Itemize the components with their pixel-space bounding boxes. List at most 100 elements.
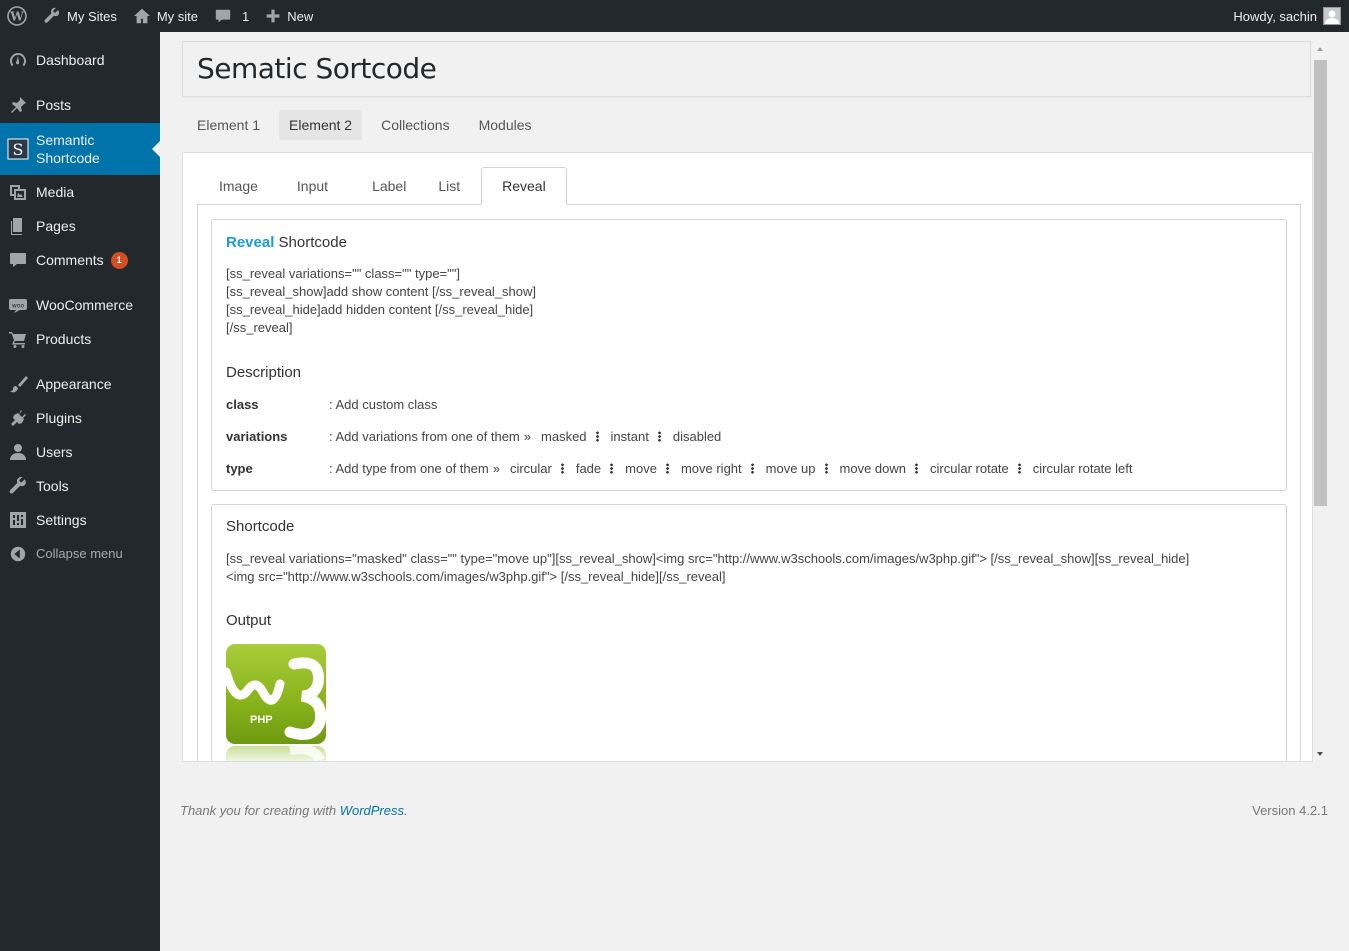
cart-icon <box>0 329 36 349</box>
comments-badge: 1 <box>110 251 128 269</box>
sidebar-item-comments[interactable]: Comments 1 <box>0 248 160 272</box>
wrench-icon <box>44 7 60 23</box>
sub-tabs: Image Input Label List Reveal <box>201 167 567 205</box>
sidebar-item-dashboard[interactable]: Dashboard <box>0 48 160 72</box>
collapse-arrow-icon <box>0 545 36 563</box>
sidebar-item-label: Appearance <box>36 376 112 392</box>
top-tabs: Element 1 Element 2 Collections Modules <box>182 110 551 140</box>
tab-reveal[interactable]: Reveal <box>481 167 567 205</box>
sidebar-item-label: Pages <box>36 218 76 234</box>
desc-val-variations: : Add variations from one of them » mask… <box>329 429 721 444</box>
settings-icon <box>0 510 36 530</box>
shortcode-heading: Shortcode <box>226 518 295 535</box>
scrollbar[interactable] <box>1313 43 1328 762</box>
new-content-menu[interactable]: New <box>257 0 321 32</box>
sidebar-item-tools[interactable]: Tools <box>0 474 160 498</box>
option: circular <box>509 461 552 476</box>
footer-thanks: Thank you for creating with WordPress. <box>180 803 408 818</box>
option: fade <box>575 461 602 476</box>
sidebar-item-label: Settings <box>36 512 87 528</box>
code-line: [ss_reveal_hide]add hidden content [/ss_… <box>226 302 534 317</box>
my-sites-label: My Sites <box>67 8 117 24</box>
scrollbar-thumb[interactable] <box>1314 60 1327 506</box>
howdy-user[interactable]: Howdy, sachin <box>1233 9 1317 24</box>
sidebar-item-label: Posts <box>36 97 72 113</box>
scroll-up-arrow-icon[interactable] <box>1317 47 1323 51</box>
my-site-menu[interactable]: My site <box>125 0 206 32</box>
footer-version: Version 4.2.1 <box>1252 803 1328 818</box>
option: circular rotate left <box>1032 461 1133 476</box>
my-sites-menu[interactable]: My Sites <box>35 0 125 32</box>
wordpress-logo-icon[interactable]: W <box>0 0 35 32</box>
sidebar-item-label: Tools <box>36 478 69 494</box>
sidebar-item-settings[interactable]: Settings <box>0 508 160 532</box>
sidebar-item-woocommerce[interactable]: woo WooCommerce <box>0 293 160 317</box>
desc-key-class: class <box>226 397 259 412</box>
plus-icon <box>266 9 280 23</box>
sidebar-item-posts[interactable]: Posts <box>0 93 160 117</box>
tab-input[interactable]: Input <box>276 167 354 204</box>
sidebar-item-semantic-shortcode[interactable]: S Semantic Shortcode <box>0 123 160 175</box>
sidebar-item-appearance[interactable]: Appearance <box>0 372 160 396</box>
collapse-menu-button[interactable]: Collapse menu <box>0 542 160 566</box>
description-heading: Description <box>226 364 302 381</box>
sidebar-item-plugins[interactable]: Plugins <box>0 406 160 430</box>
wrench-icon <box>0 476 36 496</box>
sidebar-item-label: Media <box>36 184 75 200</box>
double-chevron-icon: » <box>523 429 532 444</box>
card-title-accent: Reveal <box>226 234 275 251</box>
collapse-menu-label: Collapse menu <box>36 546 123 561</box>
sidebar-item-label: Dashboard <box>36 52 105 68</box>
desc-text: : Add variations from one of them <box>329 429 520 444</box>
tab-element-1[interactable]: Element 1 <box>187 110 270 140</box>
vertical-ellipsis-icon <box>657 431 661 442</box>
option: circular rotate <box>930 461 1009 476</box>
reveal-tab-content: Reveal Shortcode [ss_reveal variations="… <box>197 204 1301 761</box>
sidebar-item-media[interactable]: Media <box>0 180 160 204</box>
user-icon <box>0 442 36 462</box>
woocommerce-icon: woo <box>0 295 36 315</box>
pushpin-icon <box>0 95 36 115</box>
comments-menu[interactable]: 1 <box>206 0 257 32</box>
vertical-ellipsis-icon <box>560 463 564 474</box>
sidebar-item-label: Users <box>36 444 73 460</box>
svg-text:woo: woo <box>12 303 25 310</box>
comment-icon <box>0 250 36 270</box>
sidebar-item-label: WooCommerce <box>36 297 133 313</box>
svg-text:W: W <box>9 10 24 24</box>
vertical-ellipsis-icon <box>824 463 828 474</box>
reveal-shortcode-card: Reveal Shortcode [ss_reveal variations="… <box>211 219 1287 491</box>
desc-text: : Add custom class <box>329 397 438 412</box>
comments-count: 1 <box>242 8 250 24</box>
option: move down <box>839 461 907 476</box>
sidebar-item-products[interactable]: Products <box>0 327 160 351</box>
sidebar-item-pages[interactable]: Pages <box>0 214 160 238</box>
option: instant <box>610 429 649 444</box>
avatar[interactable] <box>1323 7 1341 25</box>
shortcode-line: [ss_reveal variations="masked" class="" … <box>226 551 1190 566</box>
scroll-down-arrow-icon[interactable] <box>1317 752 1323 756</box>
tab-list[interactable]: List <box>424 167 481 204</box>
card-title: Reveal Shortcode <box>226 234 347 251</box>
tab-image[interactable]: Image <box>201 167 276 204</box>
desc-key-variations: variations <box>226 429 288 444</box>
tab-modules[interactable]: Modules <box>469 110 542 140</box>
vertical-ellipsis-icon <box>1017 463 1021 474</box>
new-label: New <box>287 8 314 24</box>
admin-sidebar: Dashboard Posts S Semantic Shortcode Med… <box>0 32 160 951</box>
logo-text: PHP <box>250 714 273 726</box>
paintbrush-icon <box>0 374 36 394</box>
my-site-label: My site <box>156 8 199 24</box>
sidebar-item-users[interactable]: Users <box>0 440 160 464</box>
desc-key-type: type <box>226 461 253 476</box>
wordpress-link[interactable]: WordPress <box>340 803 404 818</box>
tab-collections[interactable]: Collections <box>371 110 459 140</box>
dashboard-icon <box>0 50 36 70</box>
output-heading: Output <box>226 612 272 629</box>
code-line: [/ss_reveal] <box>226 320 293 335</box>
pages-icon <box>0 216 36 236</box>
vertical-ellipsis-icon <box>595 431 599 442</box>
tab-label[interactable]: Label <box>354 167 424 204</box>
tab-element-2[interactable]: Element 2 <box>279 110 363 140</box>
main-panel: Reveal Shortcode [ss_reveal variations="… <box>182 152 1313 762</box>
